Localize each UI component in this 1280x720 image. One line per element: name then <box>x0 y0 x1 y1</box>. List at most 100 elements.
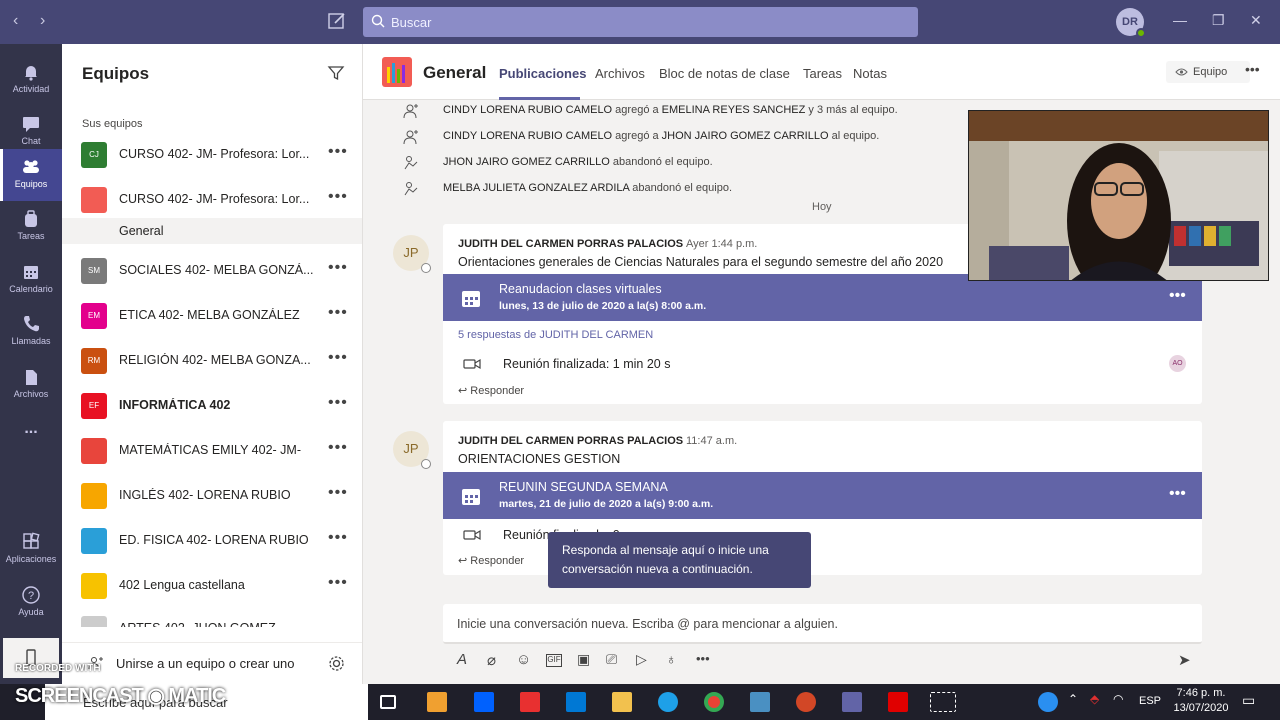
chevron-up-icon[interactable]: ⌃ <box>1068 692 1088 712</box>
tray-app-icon[interactable]: ⬘ <box>1090 692 1110 712</box>
gear-icon[interactable] <box>328 655 345 672</box>
rail-item-calendario[interactable]: Calendario <box>0 254 62 306</box>
app-icon[interactable] <box>750 692 770 712</box>
svg-text:?: ? <box>28 590 34 602</box>
replies-link[interactable]: 5 respuestas de JUDITH DEL CARMEN <box>458 329 653 341</box>
team-item[interactable]: CURSO 402- JM- Profesora: Lor... ••• <box>62 178 362 222</box>
team-more-icon[interactable]: ••• <box>328 143 348 161</box>
filter-icon[interactable] <box>327 64 345 82</box>
meeting-more-icon[interactable]: ••• <box>1169 287 1186 305</box>
team-more-icon[interactable]: ••• <box>328 349 348 367</box>
rail-item-actividad[interactable]: Actividad <box>0 54 62 106</box>
tab-publicaciones[interactable]: Publicaciones <box>499 66 586 81</box>
new-conversation-input[interactable]: Inicie una conversación nueva. Escriba @… <box>443 604 1202 644</box>
team-more-icon[interactable]: ••• <box>328 439 348 457</box>
more-options-icon[interactable]: ••• <box>1245 61 1260 77</box>
task-view-icon[interactable] <box>380 695 396 709</box>
reply-button[interactable]: ↩ Responder <box>458 384 524 397</box>
channel-general[interactable]: General <box>62 218 362 244</box>
team-more-icon[interactable]: ••• <box>328 188 348 206</box>
team-item[interactable]: SM SOCIALES 402- MELBA GONZÁ... ••• <box>62 249 362 293</box>
file-explorer-icon[interactable] <box>612 692 632 712</box>
mail-icon[interactable] <box>566 692 586 712</box>
team-item[interactable]: CJ CURSO 402- JM- Profesora: Lor... ••• <box>62 133 362 177</box>
meeting-card[interactable]: Reanudacion clases virtuales lunes, 13 d… <box>443 274 1202 321</box>
send-icon[interactable]: ➤ <box>1178 651 1196 669</box>
rail-label: Calendario <box>9 284 53 294</box>
rail-label: Aplicaciones <box>5 554 57 564</box>
meet-now-icon[interactable]: ⎚ <box>606 651 624 669</box>
leave-icon <box>404 156 418 170</box>
team-item[interactable]: RM RELIGIÓN 402- MELBA GONZA... ••• <box>62 339 362 383</box>
notifications-icon[interactable]: ▭ <box>1242 692 1262 712</box>
wifi-icon[interactable]: ◠ <box>1113 692 1133 712</box>
snipping-icon[interactable] <box>930 692 956 712</box>
user-avatar[interactable]: DR <box>1116 8 1146 38</box>
sticker-icon[interactable]: ▣ <box>577 651 595 669</box>
format-icon[interactable]: A <box>457 651 475 669</box>
post-author-avatar[interactable]: JP <box>393 235 431 273</box>
post-author-avatar[interactable]: JP <box>393 431 431 469</box>
chrome-icon[interactable] <box>704 692 724 712</box>
team-item[interactable]: EM ETICA 402- MELBA GONZÁLEZ ••• <box>62 294 362 338</box>
team-more-icon[interactable]: ••• <box>328 529 348 547</box>
video-camera-icon <box>463 529 481 541</box>
watermark-screencast: SCREENCAST ◉ MATIC <box>15 685 226 707</box>
rail-item-aplicaciones[interactable]: Aplicaciones <box>0 524 62 576</box>
post-subject: ORIENTACIONES GESTION <box>458 452 621 466</box>
team-item[interactable]: ARTES 402- JHON GOMEZ <box>62 607 362 627</box>
compose-icon[interactable] <box>327 11 347 31</box>
app-rail: Actividad Chat Equipos Tareas Calendario… <box>0 44 62 684</box>
team-item[interactable]: EF INFORMÁTICA 402 ••• <box>62 384 362 428</box>
team-info-button[interactable]: Equipo <box>1166 61 1250 83</box>
powerpoint-icon[interactable] <box>796 692 816 712</box>
meeting-more-icon[interactable]: ••• <box>1169 485 1186 503</box>
language-indicator[interactable]: ESP <box>1139 695 1161 707</box>
team-more-icon[interactable]: ••• <box>328 574 348 592</box>
praise-icon[interactable]: ♁ <box>666 651 684 669</box>
add-member-icon <box>403 130 418 145</box>
back-icon[interactable]: ‹ <box>13 12 18 30</box>
dropbox-icon[interactable] <box>474 692 494 712</box>
team-item[interactable]: ED. FISICA 402- LORENA RUBIO ••• <box>62 519 362 563</box>
minimize-icon[interactable]: — <box>1173 12 1187 28</box>
tab-tareas[interactable]: Tareas <box>803 66 842 81</box>
meeting-card[interactable]: REUNIN SEGUNDA SEMANA martes, 21 de juli… <box>443 472 1202 519</box>
stream-icon[interactable]: ▷ <box>636 651 654 669</box>
clock[interactable]: 7:46 p. m. 13/07/2020 <box>1170 686 1232 716</box>
close-icon[interactable]: ✕ <box>1250 12 1262 29</box>
maximize-icon[interactable]: ❐ <box>1212 12 1225 29</box>
emoji-icon[interactable]: ☺ <box>516 651 534 669</box>
team-item[interactable]: MATEMÁTICAS EMILY 402- JM- ••• <box>62 429 362 473</box>
gif-icon[interactable]: GIF <box>546 654 562 667</box>
rail-item-archivos[interactable]: Archivos <box>0 359 62 411</box>
attach-icon[interactable]: ⌀ <box>487 651 505 669</box>
search-input[interactable]: Buscar <box>363 7 918 37</box>
teams-taskbar-icon[interactable] <box>842 692 862 712</box>
wps-icon[interactable] <box>520 692 540 712</box>
rail-item-ayuda[interactable]: ? Ayuda <box>0 577 62 629</box>
tab-bloc-de-notas[interactable]: Bloc de notas de clase <box>659 66 790 81</box>
tab-archivos[interactable]: Archivos <box>595 66 645 81</box>
team-item[interactable]: 402 Lengua castellana ••• <box>62 564 362 608</box>
team-more-icon[interactable]: ••• <box>328 394 348 412</box>
help-tray-icon[interactable] <box>1038 692 1058 712</box>
store-icon[interactable] <box>427 692 447 712</box>
team-item[interactable]: INGLÉS 402- LORENA RUBIO ••• <box>62 474 362 518</box>
team-more-icon[interactable]: ••• <box>328 484 348 502</box>
join-or-create-team[interactable]: Unirse a un equipo o crear uno <box>62 642 362 684</box>
forward-icon[interactable]: › <box>40 12 45 30</box>
acrobat-icon[interactable] <box>888 692 908 712</box>
team-more-icon[interactable]: ••• <box>328 259 348 277</box>
team-more-icon[interactable]: ••• <box>328 304 348 322</box>
more-options-icon[interactable]: ••• <box>696 651 714 669</box>
team-tile: EF <box>81 393 107 419</box>
rail-item-llamadas[interactable]: Llamadas <box>0 306 62 358</box>
rail-item-tareas[interactable]: Tareas <box>0 201 62 253</box>
edge-icon[interactable] <box>658 692 678 712</box>
rail-item-more[interactable]: ... <box>0 420 62 472</box>
rail-item-equipos[interactable]: Equipos <box>0 149 62 201</box>
tab-notas[interactable]: Notas <box>853 66 887 81</box>
reply-button[interactable]: ↩ Responder <box>458 554 524 567</box>
add-member-icon <box>403 104 418 119</box>
